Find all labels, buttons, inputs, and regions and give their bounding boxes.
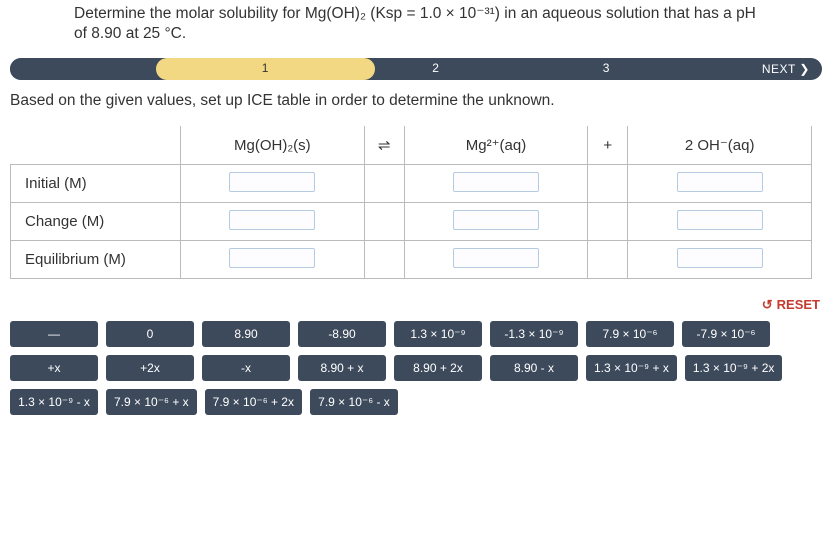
step-2[interactable]: 2 <box>432 61 439 75</box>
tile[interactable]: 7.9 × 10⁻⁶ + x <box>106 389 197 415</box>
tile[interactable]: 7.9 × 10⁻⁶ + 2x <box>205 389 302 415</box>
row-initial: Initial (M) <box>11 164 181 202</box>
progress-bar: 1 2 3 NEXT ❯ <box>0 58 832 80</box>
tile[interactable]: +2x <box>106 355 194 381</box>
tile[interactable]: 8.90 <box>202 321 290 347</box>
slot-e-3[interactable] <box>677 248 763 268</box>
reset-icon: ↺ <box>762 297 773 313</box>
slot-i-1[interactable] <box>229 172 315 192</box>
slot-c-3[interactable] <box>677 210 763 230</box>
tile[interactable]: 1.3 × 10⁻⁹ + 2x <box>685 355 783 381</box>
tile[interactable]: 7.9 × 10⁻⁶ <box>586 321 674 347</box>
instruction-text: Based on the given values, set up ICE ta… <box>0 88 832 118</box>
tile[interactable]: 1.3 × 10⁻⁹ <box>394 321 482 347</box>
equilibrium-arrow: ⇌ <box>364 126 404 164</box>
ice-table: Mg(OH)₂(s) ⇌ Mg²⁺(aq) + 2 OH⁻(aq) Initia… <box>10 126 812 279</box>
slot-e-2[interactable] <box>453 248 539 268</box>
step-3[interactable]: 3 <box>603 61 610 75</box>
tile[interactable]: 8.90 - x <box>490 355 578 381</box>
question-text: Determine the molar solubility for Mg(OH… <box>0 0 760 54</box>
next-button[interactable]: NEXT ❯ <box>762 62 810 76</box>
tile[interactable]: 1.3 × 10⁻⁹ + x <box>586 355 677 381</box>
col-header-oh: 2 OH⁻(aq) <box>628 126 812 164</box>
tile-bank: — 0 8.90 -8.90 1.3 × 10⁻⁹ -1.3 × 10⁻⁹ 7.… <box>0 317 832 415</box>
step-1[interactable]: 1 <box>262 61 269 75</box>
col-header-mg: Mg²⁺(aq) <box>404 126 588 164</box>
slot-c-2[interactable] <box>453 210 539 230</box>
slot-i-2[interactable] <box>453 172 539 192</box>
tile[interactable]: -1.3 × 10⁻⁹ <box>490 321 578 347</box>
tile[interactable]: 0 <box>106 321 194 347</box>
tile[interactable]: +x <box>10 355 98 381</box>
progress-track: 1 2 3 NEXT ❯ <box>10 58 822 80</box>
plus-sign: + <box>588 126 628 164</box>
col-header-reactant: Mg(OH)₂(s) <box>181 126 365 164</box>
tile[interactable]: 1.3 × 10⁻⁹ - x <box>10 389 98 415</box>
slot-i-3[interactable] <box>677 172 763 192</box>
progress-done <box>10 58 156 80</box>
slot-e-1[interactable] <box>229 248 315 268</box>
tile[interactable]: 8.90 + 2x <box>394 355 482 381</box>
tile[interactable]: 7.9 × 10⁻⁶ - x <box>310 389 398 415</box>
reset-label: RESET <box>777 297 820 312</box>
tile[interactable]: -8.90 <box>298 321 386 347</box>
reset-button[interactable]: ↺ RESET <box>762 297 820 313</box>
tile[interactable]: — <box>10 321 98 347</box>
tile[interactable]: -x <box>202 355 290 381</box>
row-equilibrium: Equilibrium (M) <box>11 240 181 278</box>
tile[interactable]: -7.9 × 10⁻⁶ <box>682 321 770 347</box>
tile[interactable]: 8.90 + x <box>298 355 386 381</box>
blank-header <box>11 126 181 164</box>
slot-c-1[interactable] <box>229 210 315 230</box>
row-change: Change (M) <box>11 202 181 240</box>
